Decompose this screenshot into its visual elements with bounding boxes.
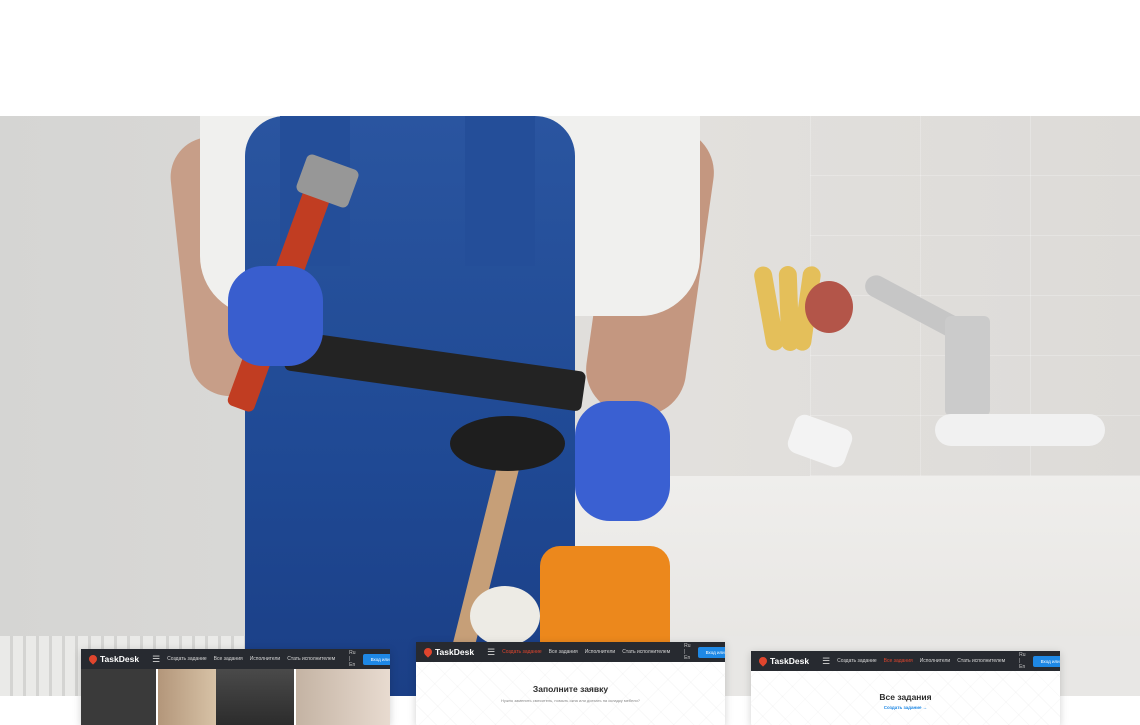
page-title: Заполните заявку — [532, 684, 609, 694]
login-button[interactable]: Вход или Регистрация — [697, 646, 725, 658]
nav-link-become-performer[interactable]: Стать исполнителем — [957, 658, 1005, 664]
nav-link-performers[interactable]: Исполнители — [585, 649, 616, 655]
preview-nav: TaskDesk ☰ Создать задание Все задания И… — [416, 642, 725, 662]
logo[interactable]: TaskDesk — [422, 646, 474, 658]
language-switch[interactable]: Ru | En — [349, 650, 355, 668]
photo-tile — [216, 669, 294, 725]
nav-link-become-performer[interactable]: Стать исполнителем — [622, 649, 670, 655]
nav-link-all-tasks[interactable]: Все задания — [214, 656, 243, 662]
login-button[interactable]: Вход или Регистрация — [362, 653, 390, 665]
nav-link-create-task[interactable]: Создать задание — [502, 649, 542, 655]
page-subtitle: Нужно заменить смеситель, помыть окна ил… — [501, 698, 640, 703]
preview-nav: TaskDesk ☰ Создать задание Все задания И… — [751, 651, 1060, 671]
photo-strip — [81, 669, 390, 725]
preview-all-tasks[interactable]: TaskDesk ☰ Создать задание Все задания И… — [751, 651, 1060, 725]
nav-link-all-tasks[interactable]: Все задания — [884, 658, 913, 664]
page-title: Все задания — [879, 692, 932, 702]
menu-icon[interactable]: ☰ — [487, 647, 495, 658]
arrow-right-icon: → — [922, 705, 928, 710]
photo-tile — [296, 669, 390, 725]
create-task-link[interactable]: Создать задание → — [751, 705, 1060, 710]
nav-link-create-task[interactable]: Создать задание — [837, 658, 877, 664]
logo[interactable]: TaskDesk — [757, 655, 809, 667]
nav-link-performers[interactable]: Исполнители — [250, 656, 281, 662]
logo[interactable]: TaskDesk — [87, 653, 139, 665]
menu-icon[interactable]: ☰ — [152, 654, 160, 665]
map-pin-icon — [87, 653, 99, 665]
nav-link-all-tasks[interactable]: Все задания — [549, 649, 578, 655]
nav-link-become-performer[interactable]: Стать исполнителем — [287, 656, 335, 662]
hero-overlay — [0, 116, 1140, 696]
nav-link-performers[interactable]: Исполнители — [920, 658, 951, 664]
map-pin-icon — [422, 646, 434, 658]
language-switch[interactable]: Ru | En — [684, 643, 690, 661]
menu-icon[interactable]: ☰ — [822, 656, 830, 667]
preview-create-task[interactable]: TaskDesk ☰ Создать задание Все задания И… — [416, 642, 725, 725]
hero-photo — [0, 116, 1140, 696]
map-pin-icon — [757, 655, 769, 667]
login-button[interactable]: Вход или Регистрация — [1032, 655, 1060, 667]
photo-tile — [81, 669, 156, 725]
language-switch[interactable]: Ru | En — [1019, 652, 1025, 670]
preview-nav: TaskDesk ☰ Создать задание Все задания И… — [81, 649, 390, 669]
nav-link-create-task[interactable]: Создать задание — [167, 656, 207, 662]
photo-tile — [158, 669, 216, 725]
preview-home[interactable]: TaskDesk ☰ Создать задание Все задания И… — [81, 649, 390, 725]
